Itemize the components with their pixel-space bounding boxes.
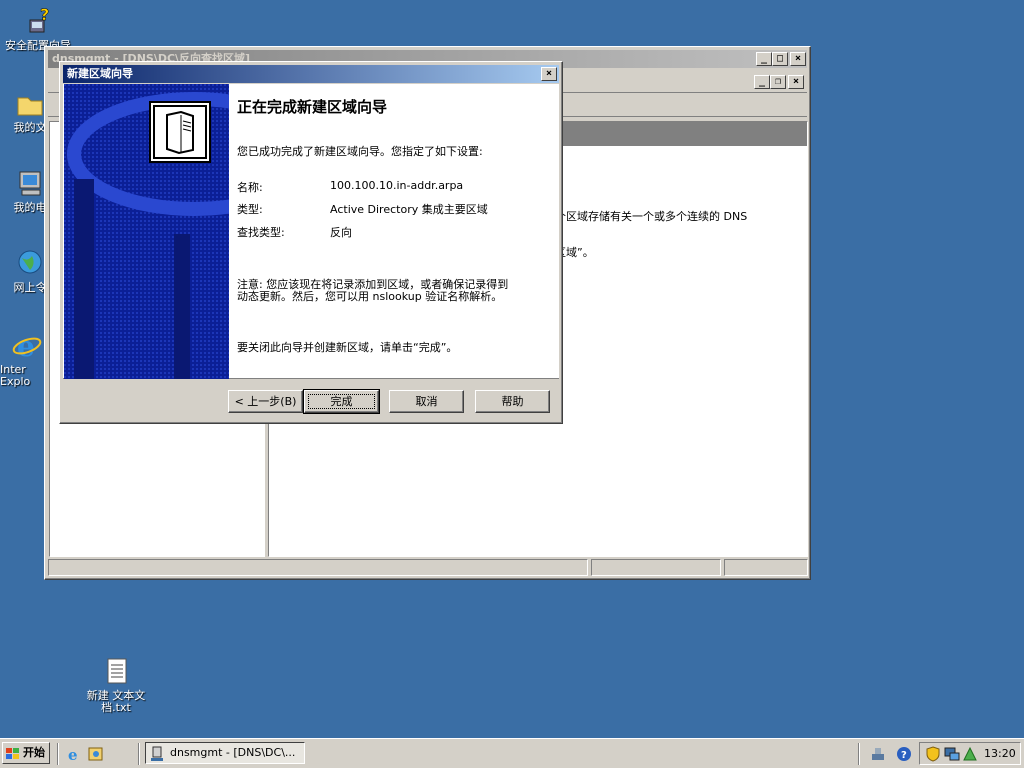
lookup-type-value: 反向 bbox=[330, 226, 352, 239]
taskbar-task-dnsmgmt[interactable]: dnsmgmt - [DNS\DC\... bbox=[145, 742, 305, 764]
lookup-type-label: 查找类型: bbox=[237, 226, 285, 239]
wizard-heading: 正在完成新建区域向导 bbox=[237, 98, 388, 116]
task-label: dnsmgmt - [DNS\DC\... bbox=[170, 746, 296, 759]
close-button[interactable]: × bbox=[790, 52, 806, 66]
wizard-content: 正在完成新建区域向导 您已成功完成了新建区域向导。您指定了如下设置: 名称: 1… bbox=[63, 84, 559, 379]
help-tray-icon[interactable]: ? bbox=[896, 746, 912, 762]
svg-text:e: e bbox=[68, 746, 78, 762]
internet-explorer-icon: e bbox=[11, 330, 43, 363]
back-button[interactable]: < 上一步(B) bbox=[228, 390, 303, 413]
computer-icon bbox=[14, 168, 46, 200]
svg-text:e: e bbox=[17, 330, 35, 362]
help-button[interactable]: 帮助 bbox=[475, 390, 550, 413]
wizard-intro: 您已成功完成了新建区域向导。您指定了如下设置: bbox=[237, 145, 483, 158]
wizard-closing: 要关闭此向导并创建新区域，请单击“完成”。 bbox=[237, 341, 458, 354]
server-icon bbox=[163, 110, 197, 158]
quicklaunch-explorer-icon[interactable] bbox=[88, 746, 104, 762]
wizard-note: 注意: 您应该现在将记录添加到区域，或者确保记录得到动态更新。然后，您可以用 n… bbox=[237, 278, 509, 303]
globe-icon bbox=[14, 248, 46, 280]
folder-icon bbox=[14, 88, 46, 120]
wizard-banner-art bbox=[64, 84, 229, 379]
connection-tray-icon[interactable] bbox=[962, 746, 978, 762]
wizard-close-button[interactable]: × bbox=[541, 67, 557, 81]
quicklaunch-divider bbox=[57, 743, 59, 765]
wizard-title: 新建区域向导 bbox=[67, 67, 133, 80]
name-label: 名称: bbox=[237, 181, 263, 194]
quicklaunch-divider-2 bbox=[138, 743, 140, 765]
finish-button-label: 完成 bbox=[308, 394, 375, 409]
finish-button[interactable]: 完成 bbox=[303, 389, 380, 414]
clock[interactable]: 13:20 bbox=[984, 747, 1016, 760]
tray-divider bbox=[858, 743, 860, 765]
svg-text:?: ? bbox=[901, 750, 907, 761]
text-file-icon bbox=[100, 656, 132, 688]
new-zone-wizard-dialog[interactable]: 新建区域向导 × 正在完成新建区域向导 您已成功完成了新建区域向导。您指定了如下… bbox=[59, 61, 563, 424]
display-tray-icon[interactable] bbox=[944, 746, 960, 762]
desktop-icon-label: Inter Explo bbox=[0, 363, 31, 388]
cancel-button[interactable]: 取消 bbox=[389, 390, 464, 413]
type-value: Active Directory 集成主要区域 bbox=[330, 203, 488, 216]
system-tray: 13:20 bbox=[919, 742, 1021, 765]
shield-tray-icon[interactable] bbox=[925, 746, 941, 762]
security-config-wizard-icon: ? bbox=[22, 5, 54, 38]
svg-text:?: ? bbox=[40, 6, 49, 24]
status-bar bbox=[48, 559, 809, 577]
network-tray-icon[interactable] bbox=[870, 746, 886, 762]
type-label: 类型: bbox=[237, 203, 263, 216]
start-button[interactable]: 开始 bbox=[2, 742, 50, 764]
wizard-titlebar[interactable]: 新建区域向导 bbox=[63, 65, 559, 83]
taskbar: 开始 e dnsmgmt - [DNS\DC\... ? 13:20 bbox=[0, 738, 1024, 768]
start-label: 开始 bbox=[23, 746, 45, 759]
details-text-1: 个区域存储有关一个或多个连续的 DNS bbox=[555, 210, 748, 223]
dnsmgmt-task-icon bbox=[150, 746, 166, 762]
desktop-icon-label: 新建 文本文档.txt bbox=[86, 689, 146, 714]
quicklaunch-ie-icon[interactable]: e bbox=[66, 746, 82, 764]
maximize-button[interactable]: □ bbox=[772, 52, 788, 66]
name-value: 100.100.10.in-addr.arpa bbox=[330, 179, 464, 192]
wizard-banner bbox=[64, 84, 229, 379]
desktop-icon-text-file[interactable]: 新建 文本文档.txt bbox=[76, 656, 156, 714]
windows-logo-icon bbox=[6, 747, 20, 759]
minimize-button[interactable]: _ bbox=[756, 52, 772, 66]
